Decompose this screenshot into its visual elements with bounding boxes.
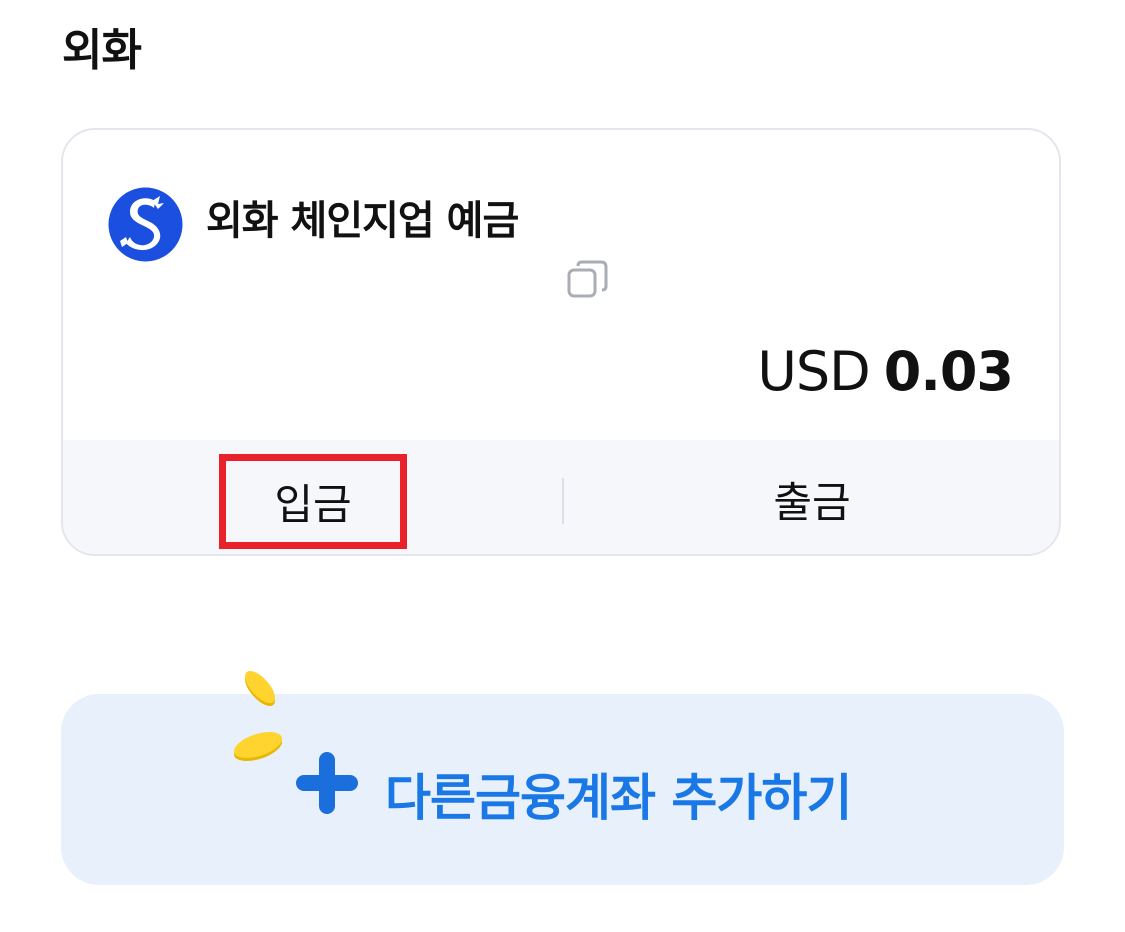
- plus-icon: [296, 752, 358, 814]
- foreign-currency-page: 외화 외화 체인지업 예금 USD 0.03 입금 출금 다른금융계좌 추가하기: [0, 0, 1125, 932]
- account-card[interactable]: 외화 체인지업 예금 USD 0.03 입금 출금: [61, 128, 1061, 556]
- withdraw-label: 출금: [773, 477, 851, 527]
- deposit-label: 입금: [219, 453, 407, 549]
- withdraw-button[interactable]: 출금: [563, 440, 1059, 554]
- add-other-account-label: 다른금융계좌 추가하기: [385, 769, 852, 827]
- copy-icon[interactable]: [566, 259, 610, 303]
- section-title: 외화: [62, 25, 142, 76]
- deposit-button[interactable]: 입금: [63, 440, 563, 554]
- balance-currency: USD: [757, 340, 870, 403]
- account-balance: USD 0.03: [757, 340, 1014, 403]
- account-actions: 입금 출금: [63, 440, 1059, 554]
- coins-icon: [233, 670, 283, 762]
- balance-amount: 0.03: [883, 340, 1014, 403]
- account-name: 외화 체인지업 예금: [206, 198, 519, 244]
- shinhan-bank-logo-icon: [108, 187, 183, 262]
